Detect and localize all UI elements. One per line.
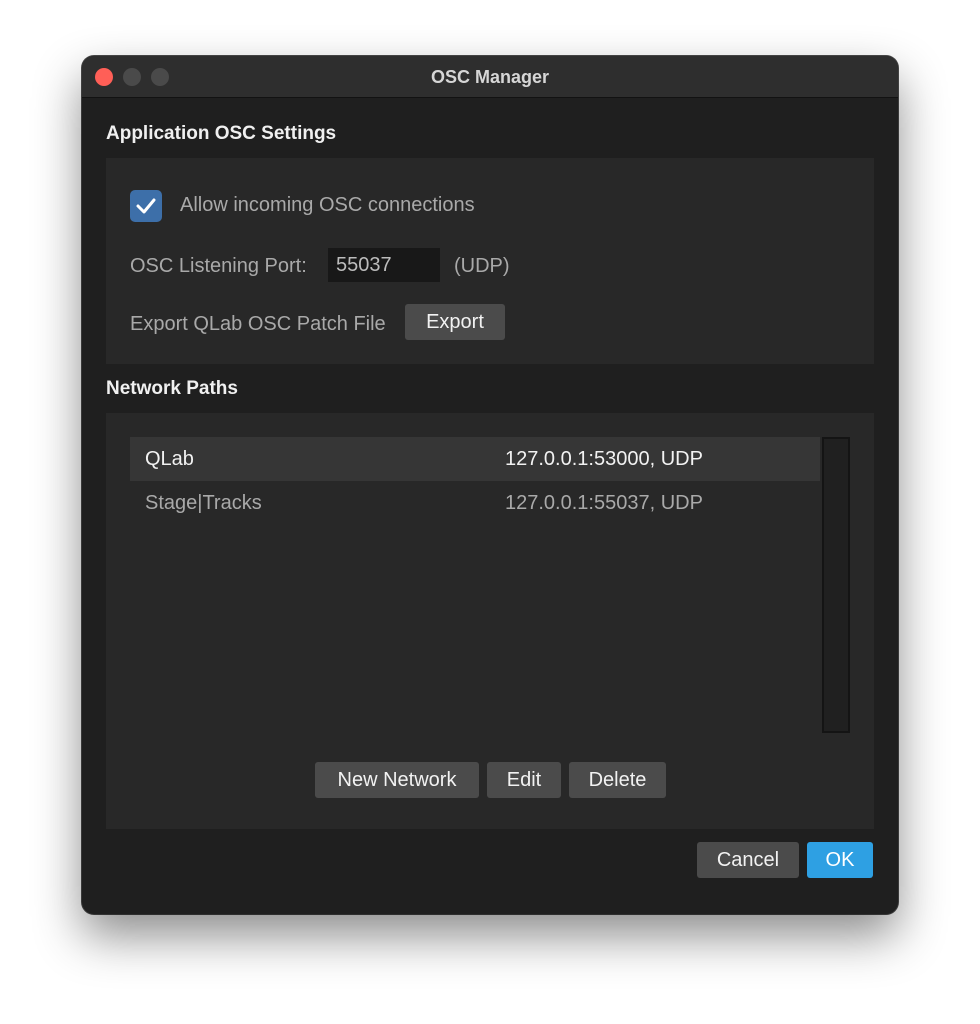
listening-port-input[interactable] (328, 248, 440, 282)
network-name: QLab (145, 448, 194, 470)
list-scrollbar[interactable] (822, 437, 850, 733)
listening-port-label: OSC Listening Port: (130, 255, 307, 277)
title-bar: OSC Manager (82, 56, 898, 98)
osc-manager-window: OSC Manager Application OSC Settings All… (82, 56, 898, 914)
allow-incoming-label: Allow incoming OSC connections (180, 194, 475, 216)
port-protocol-label: (UDP) (454, 255, 510, 277)
network-address: 127.0.0.1:55037, UDP (505, 492, 703, 514)
edit-button[interactable]: Edit (487, 762, 561, 798)
network-paths-panel: QLab 127.0.0.1:53000, UDP Stage|Tracks 1… (106, 413, 874, 829)
delete-button[interactable]: Delete (569, 762, 666, 798)
export-button[interactable]: Export (405, 304, 505, 340)
network-paths-heading: Network Paths (106, 378, 238, 399)
window-title: OSC Manager (430, 67, 550, 87)
application-osc-settings-heading: Application OSC Settings (106, 123, 337, 144)
table-row[interactable]: Stage|Tracks 127.0.0.1:55037, UDP (130, 481, 820, 525)
ok-button[interactable]: OK (807, 842, 873, 878)
network-paths-list: QLab 127.0.0.1:53000, UDP Stage|Tracks 1… (130, 437, 820, 733)
check-icon (136, 198, 156, 214)
export-patch-label: Export QLab OSC Patch File (130, 313, 386, 335)
new-network-button[interactable]: New Network (315, 762, 479, 798)
network-address: 127.0.0.1:53000, UDP (505, 448, 703, 470)
table-row[interactable]: QLab 127.0.0.1:53000, UDP (130, 437, 820, 481)
application-settings-panel: Allow incoming OSC connections OSC Liste… (106, 158, 874, 364)
cancel-button[interactable]: Cancel (697, 842, 799, 878)
allow-incoming-checkbox[interactable] (130, 190, 162, 222)
network-name: Stage|Tracks (145, 492, 262, 514)
